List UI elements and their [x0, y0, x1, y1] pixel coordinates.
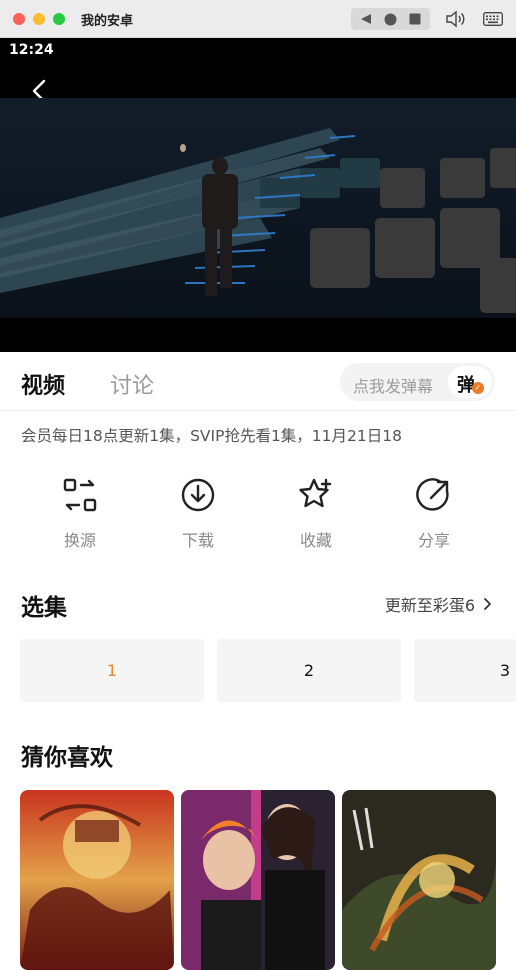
switch-source-icon	[60, 475, 100, 515]
episodes-title: 选集	[21, 595, 67, 621]
volume-button[interactable]	[442, 8, 468, 30]
recommend-list	[0, 790, 516, 970]
action-bar: 换源 下载 收藏 分享	[0, 475, 516, 555]
switch-source-label: 换源	[63, 531, 96, 550]
square-icon	[409, 13, 421, 25]
keyboard-button[interactable]	[480, 8, 506, 30]
cinema-scene-image	[0, 98, 516, 318]
episodes-more-label: 更新至彩蛋6	[384, 596, 475, 615]
share-button[interactable]: 分享	[389, 475, 479, 551]
video-player[interactable]: 12:24	[0, 38, 516, 352]
episode-item[interactable]: 2	[217, 639, 401, 702]
poster-card[interactable]	[342, 790, 496, 970]
switch-source-button[interactable]: 换源	[35, 475, 125, 551]
close-window-button[interactable]	[13, 13, 25, 25]
favorite-button[interactable]: 收藏	[271, 475, 361, 551]
danmu-toggle-button[interactable]: 弹 ✓	[448, 366, 492, 398]
danmu-placeholder: 点我发弹幕	[353, 377, 434, 396]
zoom-window-button[interactable]	[53, 13, 65, 25]
poster-image	[181, 790, 335, 970]
danmu-input[interactable]: 点我发弹幕 弹 ✓	[340, 363, 495, 401]
download-button[interactable]: 下载	[153, 475, 243, 551]
keyboard-icon	[483, 12, 503, 26]
download-icon	[178, 475, 218, 515]
video-frame	[0, 98, 516, 318]
circle-icon	[384, 13, 396, 25]
recommend-title: 猜你喜欢	[21, 745, 113, 771]
speaker-icon	[446, 10, 465, 28]
nav-recents-button[interactable]	[403, 8, 427, 30]
status-clock: 12:24	[9, 42, 54, 58]
star-icon	[296, 475, 336, 515]
download-label: 下载	[181, 531, 214, 550]
poster-card[interactable]	[181, 790, 335, 970]
episodes-more-link[interactable]: 更新至彩蛋6	[385, 592, 495, 616]
nav-home-button[interactable]	[378, 8, 402, 30]
episode-item[interactable]: 1	[20, 639, 204, 702]
chevron-right-icon	[484, 598, 491, 610]
poster-image	[20, 790, 174, 970]
check-badge-icon: ✓	[472, 382, 484, 394]
update-notice: 会员每日18点更新1集，SVIP抢先看1集，11月21日18	[21, 427, 402, 445]
tab-video[interactable]: 视频	[21, 368, 65, 400]
nav-back-button[interactable]	[354, 8, 378, 30]
window-title: 我的安卓	[81, 14, 134, 29]
poster-card[interactable]	[20, 790, 174, 970]
favorite-label: 收藏	[299, 531, 332, 550]
poster-image	[342, 790, 496, 970]
window-titlebar: 我的安卓	[0, 0, 516, 38]
tab-discussion[interactable]: 讨论	[110, 368, 154, 400]
nav-control-group	[351, 8, 430, 30]
episode-item[interactable]: 3	[414, 639, 516, 702]
minimize-window-button[interactable]	[33, 13, 45, 25]
share-icon	[414, 475, 454, 515]
content-tabs: 视频 讨论 点我发弹幕 弹 ✓	[0, 352, 516, 411]
triangle-left-icon	[361, 14, 371, 24]
share-label: 分享	[417, 531, 450, 550]
